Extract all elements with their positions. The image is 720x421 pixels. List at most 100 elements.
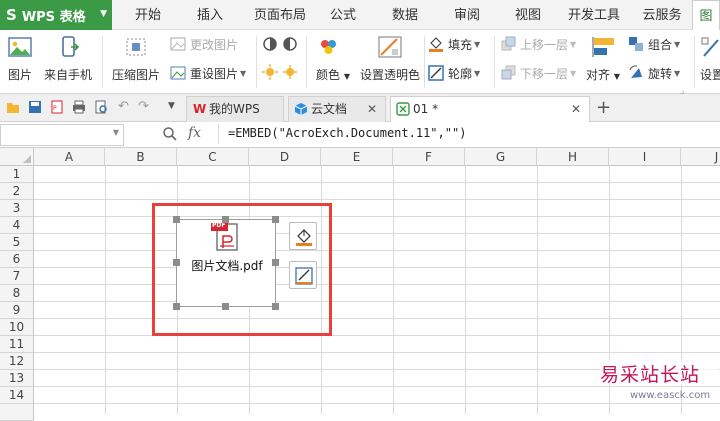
- color-label: 颜色 ▼: [316, 68, 350, 82]
- fx-icon[interactable]: fx: [188, 125, 201, 141]
- tab-review[interactable]: 审阅: [442, 0, 492, 30]
- column-header-g[interactable]: G: [465, 148, 537, 166]
- bring-forward-button[interactable]: 上移一层 ▼: [500, 35, 584, 53]
- row-header-11[interactable]: 11: [0, 336, 34, 353]
- row-header-8[interactable]: 8: [0, 285, 34, 302]
- row-header-9[interactable]: 9: [0, 302, 34, 319]
- quick-access-dropdown-icon[interactable]: ▼: [168, 101, 175, 111]
- tab-home[interactable]: 开始: [122, 0, 174, 30]
- row-header-6[interactable]: 6: [0, 251, 34, 268]
- change-picture-button[interactable]: 更改图片: [170, 35, 242, 53]
- watermark-text: 易采站长站: [600, 360, 718, 386]
- print-icon[interactable]: [72, 100, 86, 114]
- transparent-color-icon: [378, 36, 402, 58]
- column-header-e[interactable]: E: [321, 148, 393, 166]
- row-header-13[interactable]: 13: [0, 370, 34, 387]
- send-backward-icon: [501, 65, 516, 80]
- column-header-b[interactable]: B: [105, 148, 177, 166]
- tab-page-layout[interactable]: 页面布局: [248, 0, 312, 30]
- tab-data[interactable]: 数据: [380, 0, 430, 30]
- zoom-search-icon[interactable]: [162, 126, 178, 142]
- send-backward-button[interactable]: 下移一层 ▼: [500, 64, 584, 82]
- column-header-j[interactable]: J: [681, 148, 720, 166]
- group-button[interactable]: 组合 ▼: [628, 35, 688, 53]
- tab-cloud-docs[interactable]: 云文档 ✕: [288, 96, 386, 122]
- column-header-c[interactable]: C: [177, 148, 249, 166]
- row-header-14[interactable]: 14: [0, 387, 34, 404]
- bring-forward-icon: [501, 36, 516, 51]
- compress-label: 压缩图片: [112, 68, 161, 82]
- column-header-i[interactable]: I: [609, 148, 681, 166]
- column-header-h[interactable]: H: [537, 148, 609, 166]
- select-all-triangle-icon: [23, 155, 31, 163]
- color-button[interactable]: [318, 36, 344, 60]
- select-all-corner[interactable]: [0, 148, 34, 166]
- compress-button[interactable]: [124, 36, 150, 60]
- row-header-4[interactable]: 4: [0, 217, 34, 234]
- align-icon: [592, 37, 614, 57]
- rotate-button[interactable]: 旋转 ▼: [628, 64, 688, 82]
- app-menu-button[interactable]: S WPS 表格 ▼: [0, 0, 112, 30]
- palette-icon: [321, 40, 336, 54]
- fill-button[interactable]: 填充 ▼: [428, 35, 488, 53]
- paint-bucket-icon: [429, 37, 443, 52]
- redo-icon[interactable]: ↷: [138, 99, 149, 114]
- tab-workbook-label: 01 *: [413, 102, 439, 116]
- column-header-a[interactable]: A: [34, 148, 105, 166]
- column-header-f[interactable]: F: [393, 148, 465, 166]
- reset-picture-button[interactable]: 重设图片 ▼: [170, 64, 252, 82]
- wps-logo-icon: S: [6, 6, 17, 24]
- row-header-5[interactable]: 5: [0, 234, 34, 251]
- phone-icon: [62, 36, 80, 57]
- rotate-icon: [629, 65, 642, 78]
- from-phone-label: 来自手机: [44, 68, 93, 82]
- formula-bar: ▼ fx =EMBED("AcroExch.Document.11",""): [0, 122, 720, 148]
- row-header-2[interactable]: 2: [0, 183, 34, 200]
- formula-input[interactable]: =EMBED("AcroExch.Document.11",""): [228, 126, 466, 140]
- chevron-down-icon: ▼: [100, 9, 107, 19]
- row-header-3[interactable]: 3: [0, 200, 34, 217]
- app-name: WPS 表格: [21, 9, 86, 25]
- row-header-10[interactable]: 10: [0, 319, 34, 336]
- row-header-1[interactable]: 1: [0, 166, 34, 183]
- outline-button[interactable]: 轮廓 ▼: [428, 64, 488, 82]
- close-icon[interactable]: ✕: [571, 97, 581, 121]
- contrast-buttons[interactable]: [262, 36, 302, 54]
- wps-w-icon: W: [193, 102, 207, 116]
- export-pdf-icon[interactable]: P: [50, 100, 64, 114]
- row-header-12[interactable]: 12: [0, 353, 34, 370]
- tab-cloud-service[interactable]: 云服务: [636, 0, 688, 30]
- undo-icon[interactable]: ↶: [118, 99, 129, 114]
- save-icon[interactable]: [28, 100, 42, 114]
- new-tab-plus-icon[interactable]: +: [596, 97, 611, 118]
- row-header-15[interactable]: [0, 404, 34, 421]
- close-icon[interactable]: ✕: [367, 97, 377, 121]
- name-box[interactable]: ▼: [0, 124, 124, 146]
- open-folder-icon[interactable]: [6, 100, 20, 114]
- tab-picture-tools[interactable]: 图: [692, 0, 720, 30]
- from-phone-button[interactable]: [58, 36, 86, 60]
- align-button[interactable]: [592, 36, 618, 60]
- brightness-buttons[interactable]: [262, 64, 302, 82]
- tab-insert[interactable]: 插入: [184, 0, 236, 30]
- print-preview-icon[interactable]: [94, 100, 108, 114]
- set-transparent-button[interactable]: [378, 36, 404, 60]
- tab-my-wps[interactable]: W 我的WPS: [186, 96, 284, 122]
- ribbon-divider: [694, 36, 695, 88]
- ribbon-divider: [306, 36, 307, 88]
- chevron-down-icon: ▼: [570, 39, 577, 49]
- outline-label: 轮廓: [448, 66, 473, 81]
- fill-label: 填充: [448, 37, 473, 52]
- tab-workbook-01[interactable]: 01 * ✕: [390, 96, 590, 122]
- row-header-7[interactable]: 7: [0, 268, 34, 285]
- ribbon-divider: [102, 36, 103, 88]
- change-picture-label: 更改图片: [190, 37, 239, 52]
- tab-view[interactable]: 视图: [504, 0, 552, 30]
- reset-picture-icon: [170, 66, 186, 80]
- column-header-d[interactable]: D: [249, 148, 321, 166]
- tab-formulas[interactable]: 公式: [318, 0, 368, 30]
- settings-button[interactable]: [700, 36, 720, 60]
- menu-bar: S WPS 表格 ▼ 开始 插入 页面布局 公式 数据 审阅 视图 开发工具 云…: [0, 0, 720, 30]
- tab-developer[interactable]: 开发工具: [562, 0, 626, 30]
- picture-button[interactable]: [8, 36, 36, 92]
